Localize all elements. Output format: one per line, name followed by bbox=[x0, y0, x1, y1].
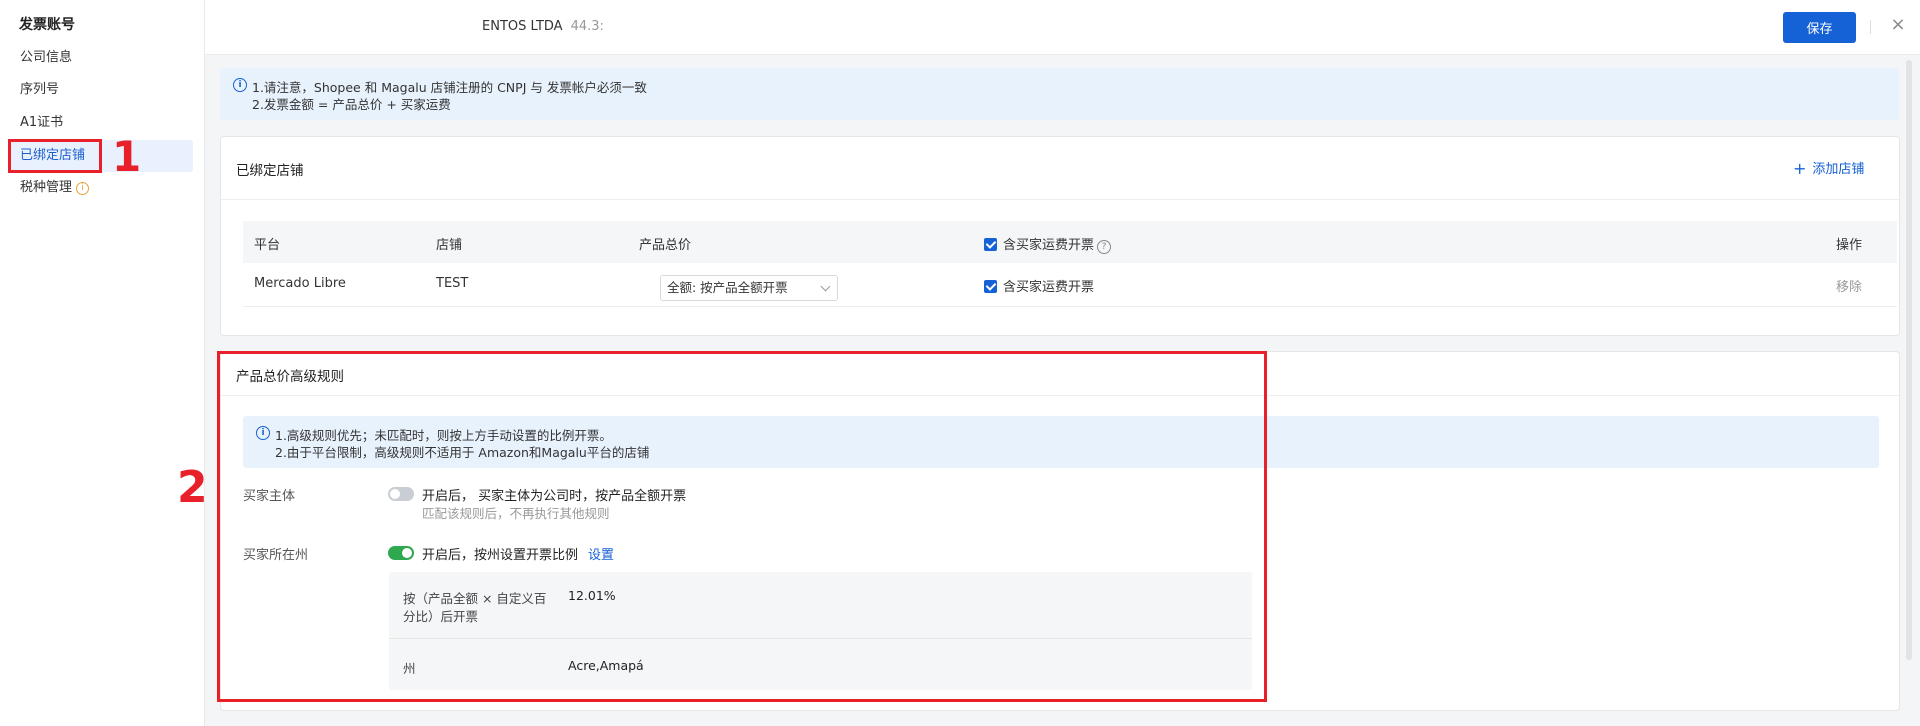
toggle-knob bbox=[402, 548, 412, 558]
column-action: 操作 bbox=[1836, 238, 1863, 253]
column-shipping-label: 含买家运费开票 bbox=[1003, 238, 1095, 253]
detail-label-line-2: 分比）后开票 bbox=[403, 609, 479, 624]
sidebar-item-label: 序列号 bbox=[20, 82, 60, 97]
notice-line-2: 2.发票金额 = 产品总价 + 买家运费 bbox=[252, 97, 451, 112]
sidebar-item-tax-management[interactable]: 税种管理 i bbox=[8, 172, 193, 204]
shipping-all-checkbox[interactable] bbox=[984, 238, 997, 251]
annotation-number-1: 1 bbox=[112, 132, 142, 181]
buyer-entity-label: 买家主体 bbox=[243, 489, 296, 504]
buyer-state-toggle[interactable] bbox=[388, 546, 414, 560]
column-product-total: 产品总价 bbox=[639, 238, 692, 253]
sidebar-item-label: 公司信息 bbox=[20, 50, 73, 65]
scrollbar[interactable] bbox=[1906, 60, 1912, 660]
table-row: Mercado Libre TEST 全额: 按产品全额开票 含买家运费开票 移… bbox=[243, 263, 1897, 307]
state-label: 州 bbox=[403, 661, 416, 676]
header-divider bbox=[1870, 20, 1871, 34]
detail-percentage: 12.01% bbox=[568, 588, 616, 603]
annotation-number-2: 2 bbox=[177, 462, 208, 513]
bound-stores-title: 已绑定店铺 bbox=[236, 163, 304, 179]
sidebar-item-a1-certificate[interactable]: A1证书 bbox=[8, 107, 193, 139]
advanced-rules-card: 产品总价高级规则 i 1.高级规则优先；未匹配时，则按上方手动设置的比例开票。 … bbox=[220, 351, 1900, 711]
annotation-highlight-1 bbox=[8, 139, 102, 173]
sidebar-item-company-info[interactable]: 公司信息 bbox=[8, 42, 193, 74]
row-platform: Mercado Libre bbox=[254, 276, 346, 291]
buyer-entity-subtext: 匹配该规则后，不再执行其他规则 bbox=[422, 506, 610, 521]
column-shipping: 含买家运费开票? bbox=[984, 234, 1112, 254]
info-icon: i bbox=[233, 78, 247, 92]
buyer-state-text-label: 开启后，按州设置开票比例 bbox=[422, 548, 579, 563]
close-icon[interactable]: × bbox=[1887, 14, 1909, 36]
sidebar: 发票账号 公司信息 序列号 A1证书 已绑定店铺 税种管理 i bbox=[0, 0, 205, 726]
detail-label-line-1: 按（产品全额 × 自定义百 bbox=[403, 591, 547, 606]
sidebar-title: 发票账号 bbox=[19, 17, 75, 33]
buyer-state-detail: 按（产品全额 × 自定义百 分比）后开票 12.01% 州 Acre,Amapá bbox=[389, 572, 1252, 690]
company-cnpj: 44.3: bbox=[570, 19, 604, 34]
product-total-select-value: 全额: 按产品全额开票 bbox=[667, 280, 788, 295]
sidebar-item-serial-number[interactable]: 序列号 bbox=[8, 74, 193, 106]
header: ENTOS LTDA 44.3: 保存 × bbox=[205, 0, 1920, 55]
card-divider bbox=[221, 395, 1899, 396]
buyer-entity-text: 开启后， 买家主体为公司时，按产品全额开票 bbox=[422, 489, 687, 504]
column-platform: 平台 bbox=[254, 238, 281, 253]
advanced-rules-title: 产品总价高级规则 bbox=[236, 369, 344, 385]
buyer-state-text: 开启后，按州设置开票比例 设置 bbox=[422, 544, 614, 563]
column-store: 店铺 bbox=[436, 238, 463, 253]
remove-link[interactable]: 移除 bbox=[1836, 276, 1862, 295]
sidebar-item-label: 税种管理 bbox=[20, 180, 73, 195]
row-store: TEST bbox=[436, 276, 469, 291]
add-store-label: 添加店铺 bbox=[1812, 162, 1865, 177]
info-icon: i bbox=[256, 426, 270, 440]
row-shipping-label: 含买家运费开票 bbox=[1003, 280, 1095, 295]
advanced-notice: i 1.高级规则优先；未匹配时，则按上方手动设置的比例开票。 2.由于平台限制，… bbox=[243, 416, 1879, 468]
add-store-button[interactable]: + 添加店铺 bbox=[1793, 158, 1864, 178]
chevron-down-icon bbox=[820, 281, 831, 292]
plus-icon: + bbox=[1793, 159, 1807, 178]
settings-link[interactable]: 设置 bbox=[588, 548, 614, 563]
help-icon[interactable]: ? bbox=[1097, 240, 1112, 254]
toggle-knob bbox=[390, 489, 400, 499]
advanced-notice-line-2: 2.由于平台限制，高级规则不适用于 Amazon和Magalu平台的店铺 bbox=[275, 445, 650, 460]
sidebar-item-label: A1证书 bbox=[20, 115, 64, 130]
card-divider bbox=[221, 199, 1899, 200]
shipping-checkbox[interactable] bbox=[984, 280, 997, 293]
product-total-select[interactable]: 全额: 按产品全额开票 bbox=[660, 275, 838, 301]
info-notice: i 1.请注意，Shopee 和 Magalu 店铺注册的 CNPJ 与 发票帐… bbox=[220, 68, 1899, 120]
row-shipping: 含买家运费开票 bbox=[984, 276, 1094, 295]
bound-stores-card: 已绑定店铺 + 添加店铺 平台 店铺 产品总价 含买家运费开票? 操作 Merca… bbox=[220, 136, 1900, 336]
table-header: 平台 店铺 产品总价 含买家运费开票? 操作 bbox=[243, 221, 1897, 263]
buyer-state-label: 买家所在州 bbox=[243, 548, 309, 563]
company-name: ENTOS LTDA 44.3: bbox=[482, 19, 604, 34]
detail-divider bbox=[389, 638, 1252, 639]
info-icon: i bbox=[76, 182, 90, 195]
save-button[interactable]: 保存 bbox=[1783, 12, 1856, 43]
company-name-text: ENTOS LTDA bbox=[482, 19, 563, 34]
state-value: Acre,Amapá bbox=[568, 658, 644, 673]
buyer-entity-toggle[interactable] bbox=[388, 487, 414, 501]
